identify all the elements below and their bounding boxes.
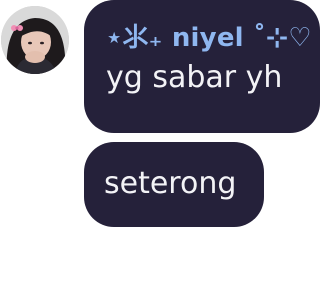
chat-thread: ⋆⺢₊ niyel ˚⊹♡ yg sabar yh seterong [0, 0, 320, 281]
avatar-photo [1, 6, 69, 74]
message-text: yg sabar yh [106, 60, 283, 95]
message-text: seterong [104, 166, 237, 201]
message-bubble[interactable]: ⋆⺢₊ niyel ˚⊹♡ yg sabar yh [84, 0, 320, 133]
avatar[interactable] [1, 6, 69, 74]
sender-name[interactable]: ⋆⺢₊ niyel ˚⊹♡ [106, 22, 312, 54]
message-bubble[interactable]: seterong [84, 142, 264, 227]
